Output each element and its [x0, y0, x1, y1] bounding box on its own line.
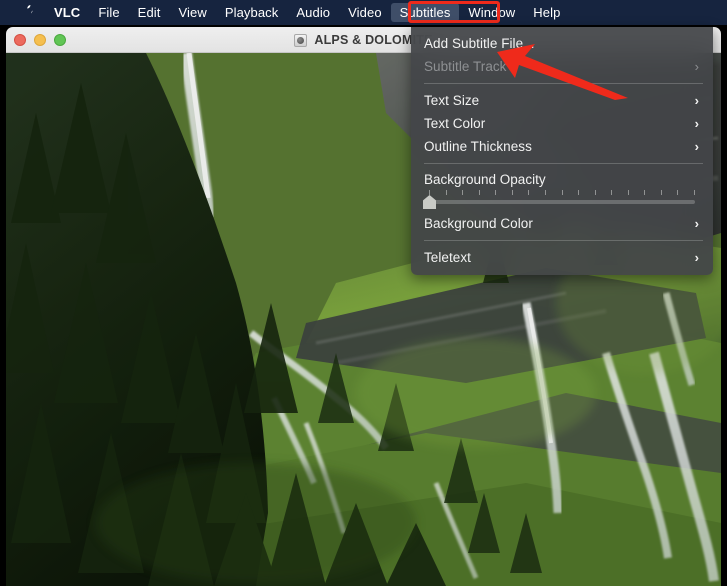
background-opacity-slider[interactable]	[411, 190, 713, 212]
subtitles-menu: Add Subtitle File... Subtitle Track › Te…	[411, 27, 713, 275]
chevron-right-icon: ›	[694, 216, 699, 231]
menu-item-teletext[interactable]: Teletext ›	[411, 246, 713, 269]
slider-track	[429, 200, 695, 204]
disc-icon	[294, 33, 308, 47]
menu-item-label: Outline Thickness	[424, 139, 532, 154]
menubar-item-file[interactable]: File	[89, 3, 128, 22]
menu-item-label: Background Color	[424, 216, 533, 231]
menu-item-label: Text Size	[424, 93, 480, 108]
menu-item-background-color[interactable]: Background Color ›	[411, 212, 713, 235]
menu-separator	[424, 83, 703, 84]
menu-item-label: Teletext	[424, 250, 471, 265]
slider-tick-marks	[429, 190, 695, 196]
menubar-item-audio[interactable]: Audio	[287, 3, 339, 22]
screen-root: ALPS & DOLOMITE VLC File Edit View Playb…	[0, 0, 727, 586]
macos-menubar: VLC File Edit View Playback Audio Video …	[0, 0, 727, 25]
chevron-right-icon: ›	[694, 116, 699, 131]
menu-item-add-subtitle-file[interactable]: Add Subtitle File...	[411, 32, 713, 55]
menu-item-outline-thickness[interactable]: Outline Thickness ›	[411, 135, 713, 158]
menu-item-label: Text Color	[424, 116, 486, 131]
slider-handle[interactable]	[423, 195, 436, 209]
menubar-item-edit[interactable]: Edit	[129, 3, 170, 22]
menu-item-text-size[interactable]: Text Size ›	[411, 89, 713, 112]
menu-item-subtitle-track[interactable]: Subtitle Track ›	[411, 55, 713, 78]
chevron-right-icon: ›	[694, 250, 699, 265]
menu-separator	[424, 240, 703, 241]
chevron-right-icon: ›	[694, 59, 699, 74]
chevron-right-icon: ›	[694, 93, 699, 108]
menubar-item-help[interactable]: Help	[524, 3, 569, 22]
chevron-right-icon: ›	[694, 139, 699, 154]
menu-item-label: Add Subtitle File...	[424, 36, 535, 51]
menubar-item-window[interactable]: Window	[459, 3, 524, 22]
menu-item-label: Subtitle Track	[424, 59, 507, 74]
menu-item-text-color[interactable]: Text Color ›	[411, 112, 713, 135]
menubar-item-view[interactable]: View	[169, 3, 215, 22]
menubar-item-video[interactable]: Video	[339, 3, 391, 22]
background-opacity-label: Background Opacity	[424, 172, 546, 187]
apple-logo-icon[interactable]	[0, 0, 45, 25]
menubar-item-playback[interactable]: Playback	[216, 3, 288, 22]
menubar-item-subtitles[interactable]: Subtitles	[390, 3, 460, 22]
menu-separator	[424, 163, 703, 164]
menubar-item-vlc[interactable]: VLC	[45, 3, 89, 22]
